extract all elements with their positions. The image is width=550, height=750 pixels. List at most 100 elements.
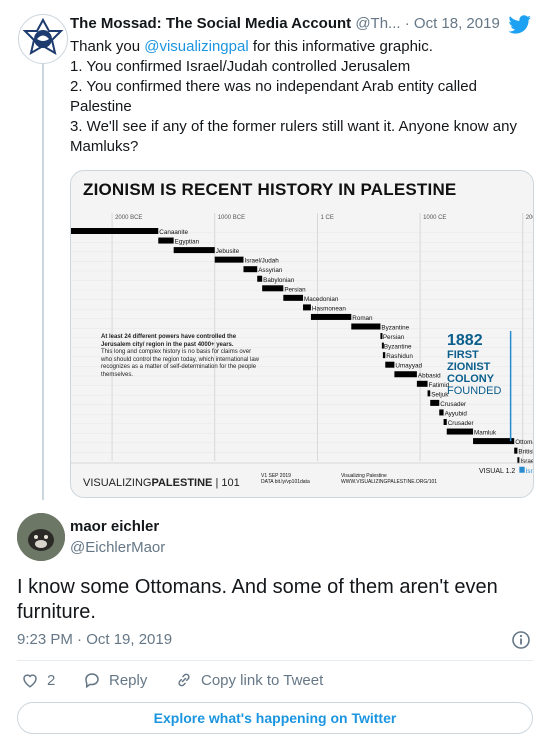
bar-label: Rashidun <box>386 353 413 360</box>
x-tick-label: 1 CE <box>321 215 334 221</box>
bar-label: Byzantine <box>384 344 412 351</box>
timeline-bar <box>473 438 515 445</box>
callout-line4: FOUNDED <box>447 385 502 397</box>
quoted-line-intro: Thank you @visualizingpal for this infor… <box>70 37 530 57</box>
reply-timestamp[interactable]: 9:23 PM · Oct 19, 2019 <box>17 631 172 648</box>
chart-image[interactable]: 2000 BCE 1000 BCE 1 CE 1000 CE 2000 CE Canaan… <box>70 170 534 498</box>
timeline-bar <box>158 237 174 244</box>
chart-version: V1 SEP 2019 DATA bit.ly/vp101data <box>261 473 310 485</box>
x-tick-label: 2000 CE <box>526 215 533 221</box>
timeline-bar <box>214 256 244 263</box>
quoted-line-2: 2. You confirmed there was no independan… <box>70 78 477 115</box>
chart-brand: VISUALIZINGPALESTINE | 101 <box>83 477 240 489</box>
timeline-bar <box>71 228 159 234</box>
timeline-bar <box>443 419 447 425</box>
quoted-line-1: 1. You confirmed Israel/Judah controlled… <box>70 58 411 75</box>
timeline-bar <box>446 428 474 435</box>
bar-label: Crusader <box>448 420 474 427</box>
copy-link-button[interactable]: Copy link to Tweet <box>175 671 323 689</box>
reply-avatar[interactable] <box>17 513 65 561</box>
copy-link-label: Copy link to Tweet <box>201 671 324 689</box>
bar-label: Babylonian <box>263 277 295 284</box>
callout-year: 1882 <box>447 332 483 349</box>
brand-light: VISUALIZING <box>83 477 152 489</box>
timeline-bar <box>243 266 258 273</box>
intro-text-end: for this informative graphic. <box>248 38 433 55</box>
bar-label: Persian <box>383 334 405 341</box>
mossad-avatar[interactable] <box>18 14 68 64</box>
zionist-callout: 1882 FIRST ZIONIST COLONY FOUNDED <box>447 332 501 397</box>
chart-note-body: This long and complex history is no basi… <box>101 349 259 378</box>
bar-label: Macedonian <box>304 296 339 303</box>
x-tick-label: 2000 BCE <box>115 215 142 221</box>
timeline-bar <box>394 371 417 378</box>
bar-label: Crusader <box>440 401 466 408</box>
bar-label: Roman <box>352 315 373 322</box>
callout-line1: FIRST <box>447 349 479 361</box>
bar-label: Ayyubid <box>445 410 468 417</box>
web-line2: WWW.VISUALIZINGPALESTINE.ORG/101 <box>341 479 438 485</box>
x-tick-label: 1000 CE <box>423 215 446 221</box>
reply-button[interactable]: Reply <box>83 671 147 689</box>
reply-label: Reply <box>109 671 148 689</box>
timeline-bar <box>514 447 518 454</box>
bar-label: Byzantine <box>381 325 409 332</box>
intro-text: Thank you <box>70 38 145 55</box>
timeline-bar <box>427 390 431 397</box>
timeline-bar <box>382 352 386 359</box>
quoted-tweet-header: The Mossad: The Social Media Account @Th… <box>70 15 510 32</box>
reply-handle[interactable]: @EichlerMaor <box>70 539 165 556</box>
timeline-bar <box>303 304 311 311</box>
timeline-bar <box>173 247 215 254</box>
separator: · <box>404 15 410 32</box>
dog-photo-icon <box>17 513 65 561</box>
quoted-handle[interactable]: @Th... <box>355 15 400 32</box>
callout-line3: COLONY <box>447 373 495 385</box>
callout-line2: ZIONIST <box>447 361 491 373</box>
x-tick-label: 1000 BCE <box>218 215 245 221</box>
timeline-bar <box>257 275 263 282</box>
emblem-icon <box>22 17 64 56</box>
like-button[interactable]: 2 <box>21 671 55 689</box>
timeline-bar <box>283 294 304 301</box>
bar-label: Israel/Judah <box>244 258 279 265</box>
reply-display-name[interactable]: maor eichler <box>70 518 159 535</box>
thread-line <box>42 64 44 500</box>
bar-label: Persian <box>284 286 306 293</box>
divider <box>17 660 533 661</box>
bar-label: Assyrian <box>258 267 283 274</box>
chart-note: At least 24 different powers have contro… <box>101 334 259 379</box>
chart-title: ZIONISM IS RECENT HISTORY IN PALESTINE <box>83 180 457 199</box>
timeline-bar <box>430 399 440 406</box>
timeline-bar <box>416 380 428 387</box>
bar-label: Abbasid <box>418 372 441 379</box>
bar-label: Canaanite <box>159 229 188 236</box>
quoted-line-3: 3. We'll see if any of the former rulers… <box>70 118 517 155</box>
timeline-bar <box>310 313 352 320</box>
bar-label: Umayyad <box>395 363 422 370</box>
bar-label: Ottoman <box>515 439 533 446</box>
timeline-bar <box>519 466 525 473</box>
chart-website: Visualizing Palestine WWW.VISUALIZINGPAL… <box>341 473 437 485</box>
data-line: DATA bit.ly/vp101data <box>261 479 310 485</box>
heart-icon <box>23 674 37 688</box>
timeline-bar <box>517 457 520 464</box>
quoted-display-name[interactable]: The Mossad: The Social Media Account <box>70 15 351 32</box>
timeline-bar <box>385 361 395 368</box>
bar-label: Israeli <box>526 468 533 475</box>
info-icon[interactable] <box>511 630 531 650</box>
bar-label: Jebusite <box>216 248 240 255</box>
bar-label: Hasmonean <box>312 305 346 312</box>
bar-label: Israeli/Jordanian <box>520 458 533 465</box>
reply-text: I know some Ottomans. And some of them a… <box>17 576 498 623</box>
timeline-bar <box>351 323 381 330</box>
link-icon <box>178 673 190 687</box>
twitter-bird-icon[interactable] <box>508 14 532 36</box>
bar-label: British <box>518 449 533 456</box>
chart-visual-label: VISUAL 1.2 <box>479 468 516 475</box>
explore-twitter-button[interactable]: Explore what's happening on Twitter <box>17 702 533 734</box>
mention-link[interactable]: @visualizingpal <box>144 38 248 55</box>
like-count: 2 <box>47 671 56 689</box>
quoted-tweet-text: Thank you @visualizingpal for this infor… <box>70 37 530 157</box>
quoted-date[interactable]: Oct 18, 2019 <box>414 15 500 32</box>
